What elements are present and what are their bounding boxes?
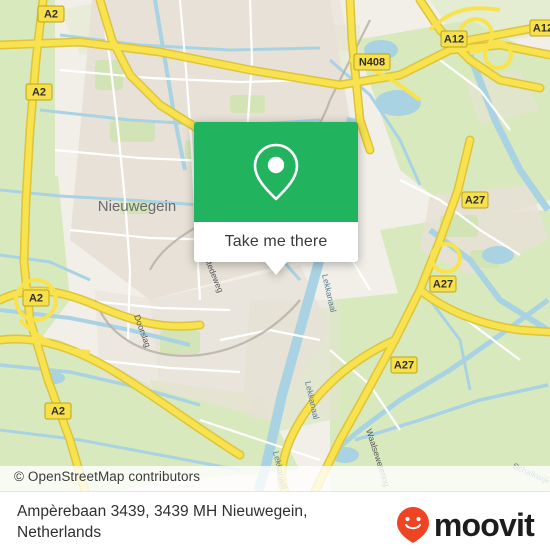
svg-text:A2: A2 — [44, 9, 58, 21]
popup-pointer-tail — [265, 262, 287, 275]
svg-text:A27: A27 — [465, 195, 485, 207]
road-shield-n408-6: N408 — [353, 53, 391, 71]
svg-text:A12: A12 — [444, 34, 464, 46]
road-shield-a27-8: A27 — [429, 275, 457, 293]
svg-text:A27: A27 — [433, 279, 453, 291]
take-me-there-button[interactable]: Take me there — [194, 222, 358, 262]
road-shield-a27-7: A27 — [461, 191, 489, 209]
svg-text:A12: A12 — [533, 23, 550, 35]
map-place-labels: Nieuwegein — [98, 198, 176, 215]
svg-text:A27: A27 — [394, 360, 414, 372]
road-shield-a2-0: A2 — [37, 5, 65, 23]
road-shield-a12-5: A12 — [529, 19, 550, 37]
moovit-pin-icon — [396, 507, 429, 543]
moovit-logo[interactable]: moovit — [396, 506, 535, 544]
popup-header — [194, 122, 358, 222]
moovit-map-screen: A2 A2 A2 A2 A12 A12 N408 A27 A27 A27 Nieuwegein N… — [0, 0, 550, 550]
road-shield-a2-3: A2 — [44, 402, 72, 420]
road-shield-a2-2: A2 — [22, 289, 50, 307]
place-label-nieuwegein: Nieuwegein — [98, 198, 176, 215]
address-line-2: Netherlands — [17, 524, 102, 541]
road-shield-a2-1: A2 — [25, 83, 53, 101]
address-block: Ampèrebaan 3439, 3439 MH Nieuwegein, Net… — [17, 501, 367, 543]
svg-text:A2: A2 — [51, 406, 65, 418]
location-popup-card[interactable]: Take me there — [194, 122, 358, 275]
location-pin-icon — [253, 143, 299, 201]
footer-bar: Ampèrebaan 3439, 3439 MH Nieuwegein, Net… — [0, 491, 550, 550]
svg-text:N408: N408 — [359, 57, 385, 69]
osm-attribution[interactable]: © OpenStreetMap contributors — [14, 469, 200, 484]
address-line-1: Ampèrebaan 3439, 3439 MH Nieuwegein, — [17, 503, 308, 520]
road-shield-a27-9: A27 — [390, 356, 418, 374]
svg-text:A2: A2 — [29, 293, 43, 305]
moovit-wordmark: moovit — [433, 507, 535, 543]
road-shield-a12-4: A12 — [440, 30, 468, 48]
svg-text:A2: A2 — [32, 87, 46, 99]
